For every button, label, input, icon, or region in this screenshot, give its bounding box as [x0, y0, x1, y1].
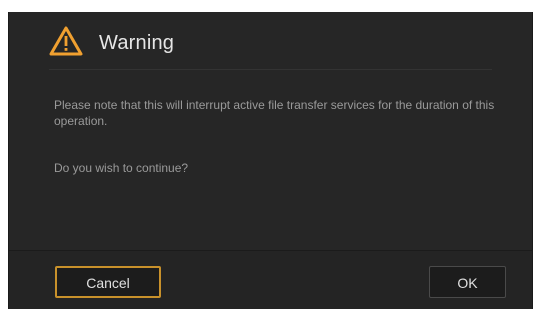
background-strip: [0, 0, 541, 12]
header-divider: [49, 69, 492, 70]
dialog-title: Warning: [99, 32, 175, 54]
dialog-message: Please note that this will interrupt act…: [54, 98, 495, 128]
cancel-button[interactable]: Cancel: [55, 266, 161, 298]
dialog-header: Warning: [9, 12, 532, 74]
warning-dialog: Warning Please note that this will inter…: [8, 12, 533, 309]
dialog-question: Do you wish to continue?: [54, 161, 189, 175]
dialog-footer: Cancel OK: [9, 251, 532, 309]
ok-button[interactable]: OK: [429, 266, 506, 298]
warning-icon: [49, 26, 83, 56]
